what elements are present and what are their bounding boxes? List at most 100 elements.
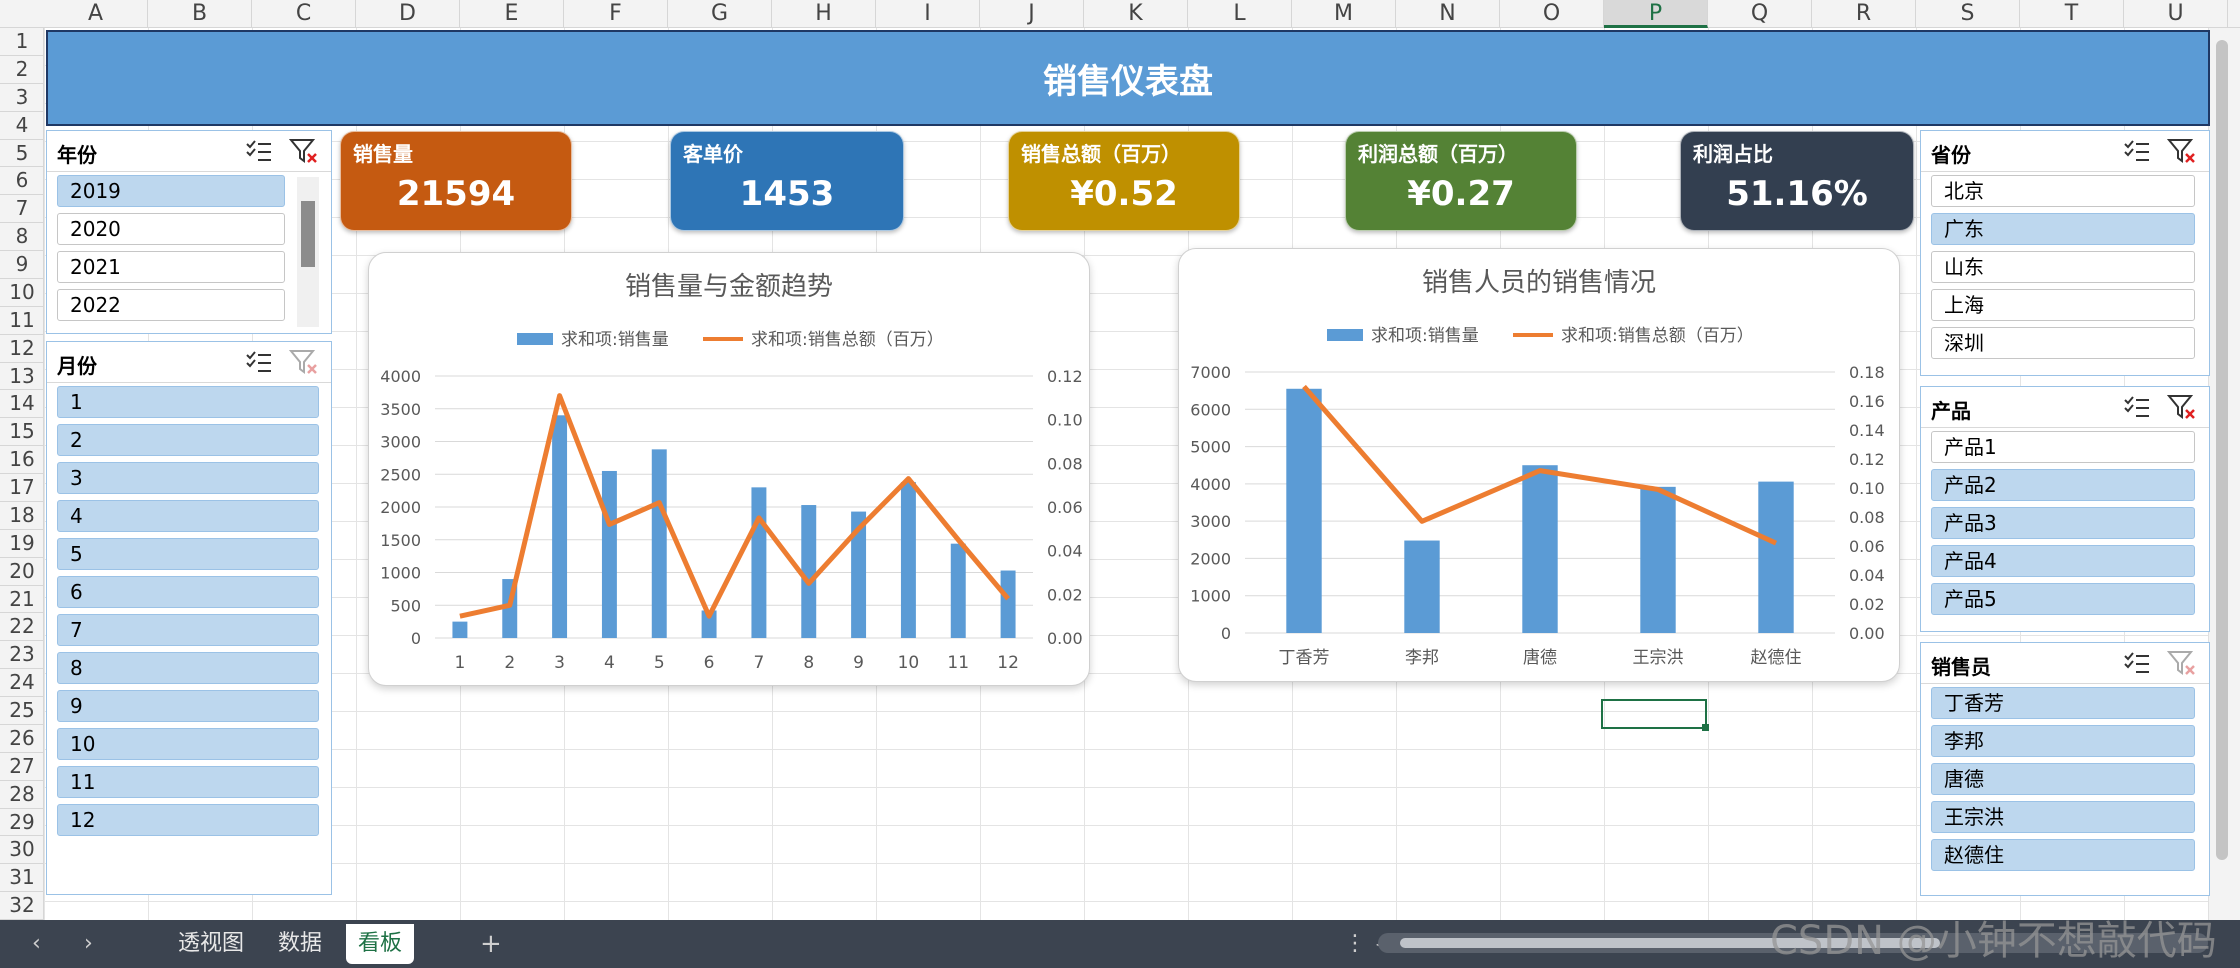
column-header-t[interactable]: T bbox=[2020, 0, 2124, 28]
row-header-15[interactable]: 15 bbox=[0, 418, 44, 447]
chart-sales-trend[interactable]: 销售量与金额趋势 求和项:销售量 求和项:销售总额（百万） 0 500 1000 1500 2… bbox=[368, 252, 1090, 686]
row-header-16[interactable]: 16 bbox=[0, 446, 44, 474]
column-header-n[interactable]: N bbox=[1396, 0, 1500, 28]
slicer-item[interactable]: 1 bbox=[57, 386, 319, 418]
clear-filter-icon[interactable] bbox=[288, 137, 319, 165]
slicer-item[interactable]: 7 bbox=[57, 614, 319, 646]
slicer-item[interactable]: 丁香芳 bbox=[1931, 687, 2195, 719]
clear-filter-icon[interactable] bbox=[2166, 393, 2197, 421]
column-header-d[interactable]: D bbox=[356, 0, 460, 28]
row-header-1[interactable]: 1 bbox=[0, 28, 44, 56]
row-header-29[interactable]: 29 bbox=[0, 809, 44, 837]
column-header-f[interactable]: F bbox=[564, 0, 668, 28]
slicer-item[interactable]: 3 bbox=[57, 462, 319, 494]
slicer-item[interactable]: 王宗洪 bbox=[1931, 801, 2195, 833]
slicer-item[interactable]: 2020 bbox=[57, 213, 285, 245]
row-header-13[interactable]: 13 bbox=[0, 363, 44, 391]
fill-handle[interactable] bbox=[1702, 724, 1709, 731]
multi-select-icon[interactable] bbox=[245, 139, 273, 163]
multi-select-icon[interactable] bbox=[2123, 395, 2151, 419]
column-header-e[interactable]: E bbox=[460, 0, 564, 28]
slicer-item[interactable]: 产品5 bbox=[1931, 583, 2195, 615]
row-header-12[interactable]: 12 bbox=[0, 335, 44, 363]
slicer-item[interactable]: 上海 bbox=[1931, 289, 2195, 321]
row-header-31[interactable]: 31 bbox=[0, 864, 44, 893]
row-header-22[interactable]: 22 bbox=[0, 613, 44, 642]
tab-data[interactable]: 数据 bbox=[278, 924, 322, 964]
tab-dashboard[interactable]: 看板 bbox=[346, 924, 415, 964]
row-header-6[interactable]: 6 bbox=[0, 167, 44, 196]
slicer-item[interactable]: 11 bbox=[57, 766, 319, 798]
slicer-salesperson[interactable]: 销售员 丁香芳 李邦 唐德 王宗洪 赵德住 bbox=[1920, 642, 2210, 896]
slicer-item[interactable]: 2 bbox=[57, 424, 319, 456]
more-options-icon[interactable]: ⋮ bbox=[1344, 924, 1366, 964]
slicer-item[interactable]: 10 bbox=[57, 728, 319, 760]
row-header-26[interactable]: 26 bbox=[0, 725, 44, 753]
row-header-32[interactable]: 32 bbox=[0, 892, 44, 920]
row-header-2[interactable]: 2 bbox=[0, 56, 44, 84]
column-header-c[interactable]: C bbox=[252, 0, 356, 28]
column-header-a[interactable]: A bbox=[44, 0, 148, 28]
row-header-10[interactable]: 10 bbox=[0, 279, 44, 307]
column-header-u[interactable]: U bbox=[2124, 0, 2228, 28]
slicer-item[interactable]: 2019 bbox=[57, 175, 285, 207]
add-sheet-button[interactable]: + bbox=[480, 924, 502, 964]
slicer-scroll-thumb[interactable] bbox=[301, 201, 315, 267]
chart-salesperson[interactable]: 销售人员的销售情况 求和项:销售量 求和项:销售总额（百万） 0 1000 2000 300… bbox=[1178, 248, 1900, 682]
row-header-7[interactable]: 7 bbox=[0, 195, 44, 224]
row-header-24[interactable]: 24 bbox=[0, 669, 44, 697]
column-header-l[interactable]: L bbox=[1188, 0, 1292, 28]
row-header-18[interactable]: 18 bbox=[0, 502, 44, 530]
slicer-province[interactable]: 省份 北京 广东 山东 上海 深圳 bbox=[1920, 130, 2210, 376]
slicer-item[interactable]: 8 bbox=[57, 652, 319, 684]
slicer-item[interactable]: 北京 bbox=[1931, 175, 2195, 207]
row-header-27[interactable]: 27 bbox=[0, 753, 44, 781]
column-header-j[interactable]: J bbox=[980, 0, 1084, 28]
row-header-4[interactable]: 4 bbox=[0, 112, 44, 140]
slicer-item[interactable]: 4 bbox=[57, 500, 319, 532]
slicer-item[interactable]: 2021 bbox=[57, 251, 285, 283]
row-header-17[interactable]: 17 bbox=[0, 474, 44, 502]
slicer-item[interactable]: 山东 bbox=[1931, 251, 2195, 283]
column-header-h[interactable]: H bbox=[772, 0, 876, 28]
row-header-3[interactable]: 3 bbox=[0, 84, 44, 112]
column-header-o[interactable]: O bbox=[1500, 0, 1604, 28]
slicer-item[interactable]: 广东 bbox=[1931, 213, 2195, 245]
row-header-30[interactable]: 30 bbox=[0, 836, 44, 865]
slicer-item[interactable]: 5 bbox=[57, 538, 319, 570]
column-header-r[interactable]: R bbox=[1812, 0, 1916, 28]
multi-select-icon[interactable] bbox=[2123, 139, 2151, 163]
slicer-item[interactable]: 产品4 bbox=[1931, 545, 2195, 577]
multi-select-icon[interactable] bbox=[2123, 651, 2151, 675]
row-header-5[interactable]: 5 bbox=[0, 140, 44, 168]
column-header-s[interactable]: S bbox=[1916, 0, 2020, 28]
slicer-item[interactable]: 2022 bbox=[57, 289, 285, 321]
slicer-item[interactable]: 9 bbox=[57, 690, 319, 722]
column-header-b[interactable]: B bbox=[148, 0, 252, 28]
slicer-year[interactable]: 年份 2019 2020 2021 2022 bbox=[46, 130, 332, 334]
slicer-item[interactable]: 产品3 bbox=[1931, 507, 2195, 539]
row-header-21[interactable]: 21 bbox=[0, 586, 44, 614]
slicer-item[interactable]: 李邦 bbox=[1931, 725, 2195, 757]
multi-select-icon[interactable] bbox=[245, 350, 273, 374]
clear-filter-icon[interactable] bbox=[288, 348, 319, 376]
column-header-p[interactable]: P bbox=[1604, 0, 1708, 28]
slicer-item[interactable]: 深圳 bbox=[1931, 327, 2195, 359]
slicer-item[interactable]: 12 bbox=[57, 804, 319, 836]
row-header-11[interactable]: 11 bbox=[0, 307, 44, 335]
clear-filter-icon[interactable] bbox=[2166, 137, 2197, 165]
selected-cell[interactable] bbox=[1601, 699, 1707, 729]
row-header-28[interactable]: 28 bbox=[0, 781, 44, 809]
column-header-q[interactable]: Q bbox=[1708, 0, 1812, 28]
row-header-8[interactable]: 8 bbox=[0, 223, 44, 251]
next-sheet-button[interactable]: › bbox=[84, 924, 93, 964]
slicer-item[interactable]: 产品1 bbox=[1931, 431, 2195, 463]
row-header-20[interactable]: 20 bbox=[0, 558, 44, 586]
column-header-m[interactable]: M bbox=[1292, 0, 1396, 28]
clear-filter-icon[interactable] bbox=[2166, 649, 2197, 677]
prev-sheet-button[interactable]: ‹ bbox=[32, 924, 41, 964]
row-header-23[interactable]: 23 bbox=[0, 641, 44, 670]
row-header-14[interactable]: 14 bbox=[0, 390, 44, 419]
row-header-19[interactable]: 19 bbox=[0, 530, 44, 558]
vertical-scroll-thumb[interactable] bbox=[2216, 40, 2228, 860]
